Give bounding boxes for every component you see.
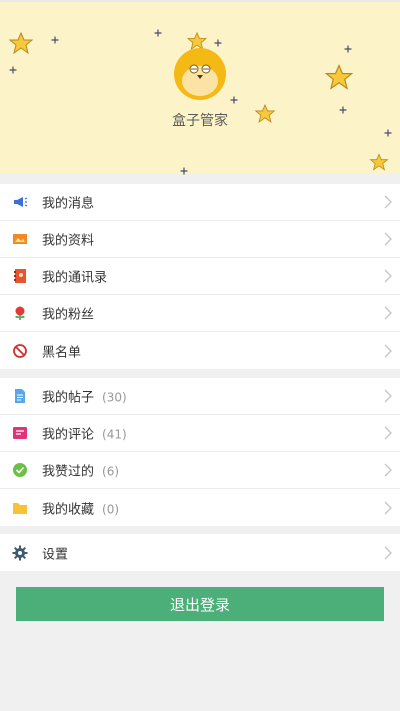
- menu-item-posts[interactable]: 我的帖子 (30): [0, 378, 400, 415]
- menu-group-settings: 设置: [0, 534, 400, 571]
- menu-label: 我的粉丝: [42, 307, 95, 323]
- menu-label: 我的帖子 (30): [42, 390, 127, 406]
- menu-item-contacts[interactable]: 我的通讯录: [0, 258, 400, 295]
- flower-icon: [15, 306, 25, 320]
- chevron-right-icon: [384, 306, 392, 320]
- menu-label: 我的消息: [42, 196, 95, 212]
- check-circle-icon: [13, 463, 27, 477]
- megaphone-icon: [14, 197, 28, 207]
- username: 盒子管家: [172, 113, 228, 129]
- chevron-right-icon: [384, 463, 392, 477]
- count-badge: (41): [102, 427, 127, 442]
- avatar[interactable]: [173, 47, 227, 101]
- menu-item-liked[interactable]: 我赞过的 (6): [0, 452, 400, 489]
- count-badge: (30): [102, 390, 127, 405]
- menu-item-messages[interactable]: 我的消息: [0, 184, 400, 221]
- count-badge: (0): [102, 502, 120, 516]
- menu-label: 我赞过的 (6): [42, 464, 120, 480]
- menu-label: 我的收藏 (0): [42, 502, 120, 517]
- logout-button[interactable]: 退出登录: [16, 587, 384, 621]
- count-badge: (6): [102, 464, 120, 479]
- blocked-icon: [13, 343, 27, 358]
- chevron-right-icon: [384, 232, 392, 246]
- menu-item-profile[interactable]: 我的资料: [0, 221, 400, 258]
- menu-group-account: 我的消息 我的资料 我的通讯录 我的粉丝 黑名单: [0, 184, 400, 369]
- document-icon: [15, 389, 25, 403]
- menu-item-fans[interactable]: 我的粉丝: [0, 295, 400, 332]
- menu-label: 黑名单: [42, 345, 82, 360]
- chevron-right-icon: [384, 195, 392, 209]
- menu-label: 我的通讯录: [42, 270, 108, 286]
- gear-icon: [12, 545, 28, 560]
- chevron-right-icon: [384, 426, 392, 440]
- menu-item-comments[interactable]: 我的评论 (41): [0, 415, 400, 452]
- menu-label: 我的评论 (41): [42, 427, 127, 443]
- profile-header: 盒子管家: [0, 0, 400, 175]
- picture-icon: [13, 234, 27, 244]
- folder-icon: [13, 502, 27, 514]
- chevron-right-icon: [384, 501, 392, 514]
- chevron-right-icon: [384, 389, 392, 403]
- comment-icon: [13, 427, 27, 439]
- chevron-right-icon: [384, 546, 392, 559]
- contacts-book-icon: [14, 269, 26, 283]
- menu-label: 我的资料: [42, 233, 95, 249]
- menu-label: 设置: [42, 547, 69, 562]
- chevron-right-icon: [384, 269, 392, 283]
- menu-item-favorites[interactable]: 我的收藏 (0): [0, 489, 400, 526]
- chevron-right-icon: [384, 344, 392, 357]
- menu-item-settings[interactable]: 设置: [0, 534, 400, 571]
- menu-item-blacklist[interactable]: 黑名单: [0, 332, 400, 369]
- menu-group-activity: 我的帖子 (30) 我的评论 (41) 我赞过的 (6) 我的收藏 (0): [0, 378, 400, 526]
